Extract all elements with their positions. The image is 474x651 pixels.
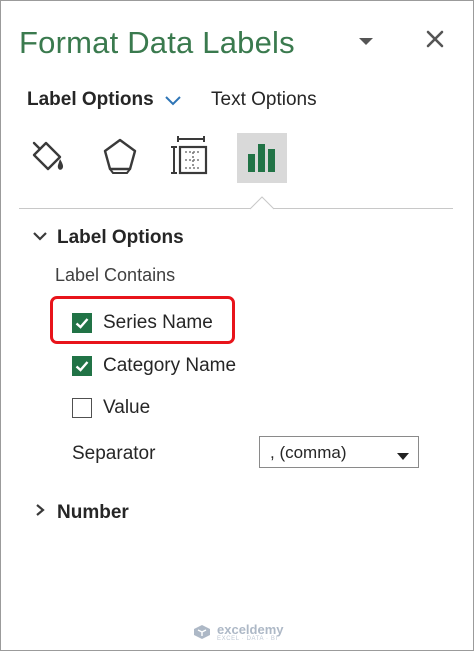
size-properties-button[interactable] — [166, 133, 216, 183]
size-properties-icon — [170, 135, 212, 182]
separator-dropdown[interactable]: , (comma) — [259, 436, 419, 468]
watermark-brand: exceldemy — [217, 622, 284, 637]
value-label: Value — [103, 397, 151, 418]
label-options-chart-icon — [242, 136, 282, 181]
effects-icon — [99, 135, 141, 182]
number-section-header[interactable]: Number — [31, 502, 129, 524]
category-name-checkbox[interactable] — [72, 356, 92, 376]
tab-label-options[interactable]: Label Options — [27, 89, 154, 111]
fill-line-button[interactable] — [23, 133, 73, 183]
close-icon[interactable] — [424, 28, 446, 50]
tab-text-options[interactable]: Text Options — [211, 89, 317, 111]
chevron-right-icon — [31, 502, 49, 524]
chevron-down-icon[interactable] — [164, 93, 182, 109]
exceldemy-logo-icon — [194, 625, 210, 639]
separator-value: , (comma) — [270, 443, 347, 462]
label-options-section-header[interactable]: Label Options — [31, 227, 184, 249]
fill-line-icon — [26, 135, 70, 182]
label-options-chart-button[interactable] — [237, 133, 287, 183]
series-name-label: Series Name — [103, 312, 213, 333]
label-contains-heading: Label Contains — [55, 265, 176, 285]
active-tab-pointer — [249, 196, 275, 210]
separator-label: Separator — [72, 443, 156, 464]
value-checkbox[interactable] — [72, 398, 92, 418]
task-pane-options-icon[interactable] — [356, 31, 376, 51]
watermark-tagline: EXCEL · DATA · BI — [217, 636, 278, 642]
dropdown-arrow-icon — [397, 448, 409, 460]
effects-button[interactable] — [95, 133, 145, 183]
format-pane: Format Data Labels Label Options Text Op… — [0, 0, 474, 651]
section-heading: Label Options — [57, 227, 184, 249]
category-name-label: Category Name — [103, 355, 237, 376]
section-divider — [19, 208, 453, 209]
series-name-checkbox[interactable] — [72, 313, 92, 333]
section-heading: Number — [57, 502, 129, 524]
chevron-down-icon — [31, 227, 49, 249]
pane-title: Format Data Labels — [19, 25, 295, 60]
